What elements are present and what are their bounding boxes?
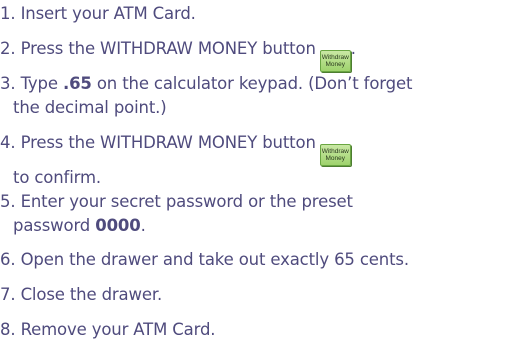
withdraw-money-button-icon: Withdraw Money	[319, 144, 351, 166]
step-6: 6. Open the drawer and take out exactly …	[0, 248, 516, 272]
step-number: 1.	[0, 4, 16, 23]
step-7: 7. Close the drawer.	[0, 283, 516, 307]
step-number: 5.	[0, 192, 16, 211]
step-1: 1. Insert your ATM Card.	[0, 2, 516, 26]
step-text: Open the drawer and take out exactly 65 …	[20, 250, 410, 269]
step-text: Remove your ATM Card.	[20, 320, 216, 339]
step-text-continued: to confirm.	[13, 168, 101, 187]
step-5: 5. Enter your secret password or the pre…	[0, 190, 516, 238]
amount-value: .65	[62, 74, 92, 93]
step-text: Close the drawer.	[20, 285, 163, 304]
step-number: 4.	[0, 133, 16, 152]
step-text: Insert your ATM Card.	[20, 4, 196, 23]
withdraw-money-button-icon: Withdraw Money	[319, 50, 351, 72]
step-number: 2.	[0, 39, 16, 58]
step-4: 4. Press the WITHDRAW MONEY button Withdr…	[0, 131, 516, 190]
step-text-continued: password 0000.	[13, 216, 146, 235]
step-text: Enter your secret password or the preset	[20, 192, 353, 211]
step-text: Press the WITHDRAW MONEY button	[20, 133, 316, 152]
step-3: 3. Type .65 on the calculator keypad. (D…	[0, 72, 516, 120]
step-number: 7.	[0, 285, 16, 304]
step-text: Press the WITHDRAW MONEY button	[20, 39, 316, 58]
step-text-continued: the decimal point.)	[13, 98, 167, 117]
step-2: 2. Press the WITHDRAW MONEY button Withdr…	[0, 37, 516, 72]
step-number: 8.	[0, 320, 16, 339]
step-8: 8. Remove your ATM Card.	[0, 318, 516, 342]
step-number: 6.	[0, 250, 16, 269]
step-number: 3.	[0, 74, 16, 93]
password-value: 0000	[95, 216, 141, 235]
